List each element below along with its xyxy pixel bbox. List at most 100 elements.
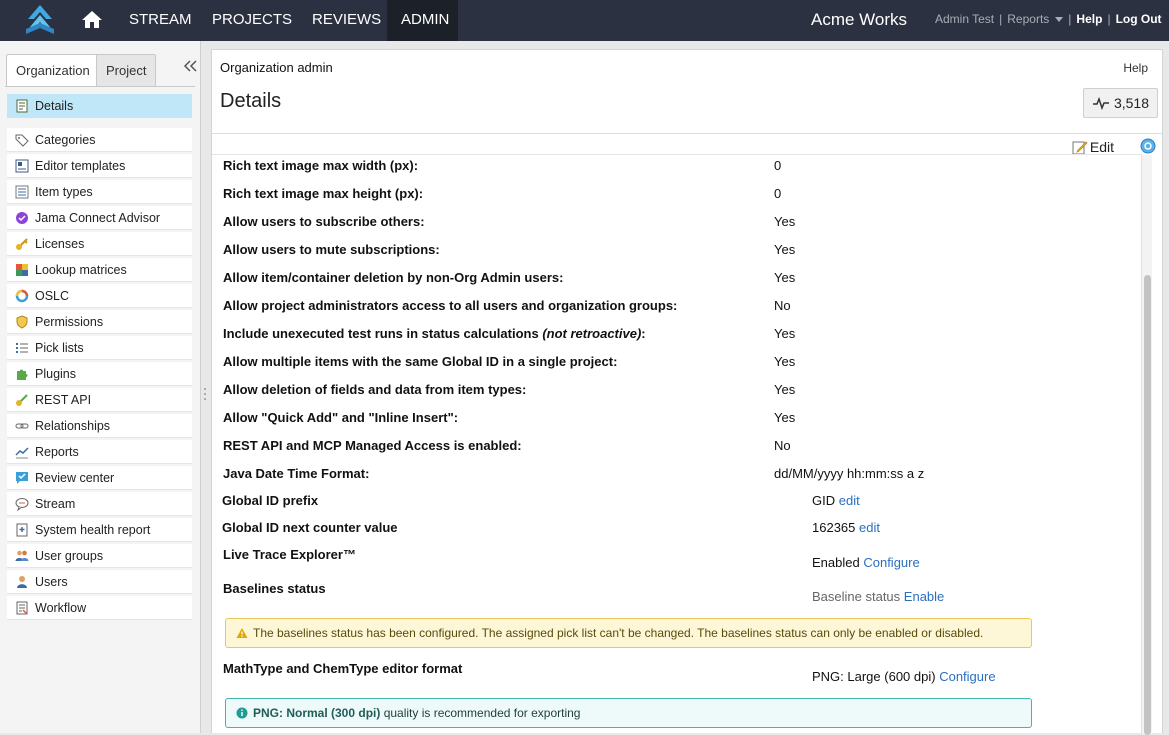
chart-icon	[15, 445, 29, 459]
sidebar-item-permissions[interactable]: Permissions	[7, 310, 192, 334]
help-link[interactable]: Help	[1076, 12, 1102, 26]
sidebar-item-plugins[interactable]: Plugins	[7, 362, 192, 386]
sidebar-item-relationships[interactable]: Relationships	[7, 414, 192, 438]
activity-count-button[interactable]: 3,518	[1083, 88, 1158, 118]
sidebar-item-label: Workflow	[35, 600, 87, 615]
sidebar-item-label: Users	[35, 574, 68, 589]
sidebar-item-item-types[interactable]: Item types	[7, 180, 192, 204]
setting-value: No	[774, 438, 791, 453]
mathtype-value: PNG: Large (600 dpi)	[812, 669, 936, 684]
matrix-icon	[15, 263, 29, 277]
organization-name: Acme Works	[811, 10, 908, 29]
edit-global-id-prefix-link[interactable]: edit	[839, 493, 860, 508]
sidebar-item-label: Item types	[35, 184, 93, 199]
sidebar-item-details[interactable]: Details	[7, 94, 192, 118]
mathtype-info-bold: PNG: Normal (300 dpi)	[253, 706, 381, 720]
sidebar-item-workflow[interactable]: Workflow	[7, 596, 192, 620]
tab-organization[interactable]: Organization	[6, 54, 100, 87]
setting-value: Yes	[774, 270, 796, 285]
page-help-link[interactable]: Help	[1123, 61, 1148, 75]
setting-label: Rich text image max width (px):	[223, 158, 419, 173]
logout-link[interactable]: Log Out	[1116, 12, 1162, 26]
details-icon	[15, 99, 29, 113]
sidebar-item-label: Reports	[35, 444, 79, 459]
sidebar-item-rest-api[interactable]: REST API	[7, 388, 192, 412]
sidebar-item-label: System health report	[35, 522, 151, 537]
reports-menu[interactable]: Reports	[1007, 12, 1064, 26]
setting-label: Allow "Quick Add" and "Inline Insert":	[223, 410, 459, 425]
setting-value: 0	[774, 158, 782, 173]
setting-label: Baselines status	[223, 581, 326, 596]
activity-count: 3,518	[1113, 95, 1150, 111]
sidebar-item-lookup-matrices[interactable]: Lookup matrices	[7, 258, 192, 282]
breadcrumb: Organization admin	[220, 60, 333, 75]
baselines-value: Baseline status	[812, 589, 901, 604]
nav-reviews[interactable]: REVIEWS	[298, 0, 395, 41]
sidebar-item-editor-templates[interactable]: Editor templates	[7, 154, 192, 178]
edit-global-id-counter-link[interactable]: edit	[859, 520, 880, 535]
admin-sidebar: Organization Project Details Categories …	[0, 41, 201, 733]
separator: |	[1107, 12, 1111, 26]
user-name-link[interactable]: Admin Test	[935, 12, 994, 26]
sidebar-item-review-center[interactable]: Review center	[7, 466, 192, 490]
main-panel: Organization admin Help Details 3,518 Ed…	[211, 49, 1163, 735]
review-icon	[15, 471, 29, 485]
mathtype-info-rest: quality is recommended for exporting	[380, 706, 581, 720]
advisor-icon	[15, 211, 29, 225]
separator: |	[999, 12, 1003, 26]
scrollbar-thumb[interactable]	[1144, 275, 1151, 735]
sidebar-item-pick-lists[interactable]: Pick lists	[7, 336, 192, 360]
enable-baselines-link[interactable]: Enable	[904, 589, 944, 604]
top-nav-bar: STREAM PROJECTS REVIEWS ADMIN Acme Works…	[0, 0, 1169, 41]
warning-icon	[236, 628, 248, 638]
nav-projects[interactable]: PROJECTS	[198, 0, 306, 41]
sidebar-item-label: Relationships	[35, 418, 111, 433]
setting-value: Enabled Configure	[812, 555, 920, 570]
health-icon	[15, 523, 29, 537]
edit-button[interactable]: Edit	[1072, 139, 1114, 155]
sidebar-item-label: User groups	[35, 548, 104, 563]
setting-value: Yes	[774, 326, 796, 341]
setting-value: PNG: Large (600 dpi) Configure	[812, 669, 996, 684]
setting-label-suffix: :	[641, 326, 646, 341]
sidebar-item-oslc[interactable]: OSLC	[7, 284, 192, 308]
users-icon	[15, 549, 29, 563]
setting-label: Global ID prefix	[222, 493, 319, 508]
tabs-divider	[5, 86, 195, 87]
sidebar-item-licenses[interactable]: Licenses	[7, 232, 192, 256]
tab-project[interactable]: Project	[96, 54, 157, 86]
nav-stream[interactable]: STREAM	[115, 0, 206, 41]
sidebar-item-label: Categories	[35, 132, 96, 147]
sidebar-item-stream[interactable]: Stream	[7, 492, 192, 516]
collapse-sidebar-icon[interactable]	[182, 59, 198, 73]
sidebar-item-categories[interactable]: Categories	[7, 128, 192, 152]
nav-admin[interactable]: ADMIN	[387, 0, 458, 41]
jama-logo-icon[interactable]	[22, 3, 58, 37]
sidebar-item-users[interactable]: Users	[7, 570, 192, 594]
link-icon	[15, 419, 29, 433]
edit-label: Edit	[1089, 139, 1114, 155]
sidebar-item-label: REST API	[35, 392, 92, 407]
info-icon[interactable]	[1140, 138, 1156, 154]
sidebar-item-system-health-report[interactable]: System health report	[7, 518, 192, 542]
global-id-prefix-value: GID	[812, 493, 836, 508]
page-title: Details	[220, 90, 282, 112]
sidebar-item-jama-connect-advisor[interactable]: Jama Connect Advisor	[7, 206, 192, 230]
baselines-warning: The baselines status has been configured…	[225, 618, 1032, 648]
configure-live-trace-link[interactable]: Configure	[863, 555, 919, 570]
sidebar-item-label: Review center	[35, 470, 115, 485]
list-icon	[15, 341, 29, 355]
setting-value: 162365 edit	[812, 520, 880, 535]
home-icon[interactable]	[80, 8, 104, 32]
vertical-scrollbar[interactable]	[1141, 155, 1152, 735]
sidebar-item-user-groups[interactable]: User groups	[7, 544, 192, 568]
edit-icon	[1072, 140, 1088, 154]
api-key-icon	[15, 393, 29, 407]
sidebar-item-label: Editor templates	[35, 158, 126, 173]
sidebar-item-reports[interactable]: Reports	[7, 440, 192, 464]
resize-handle[interactable]	[203, 386, 207, 402]
setting-label: Java Date Time Format:	[223, 466, 370, 481]
configure-mathtype-link[interactable]: Configure	[939, 669, 995, 684]
setting-value: Yes	[774, 242, 796, 257]
sidebar-item-label: Details	[35, 98, 74, 113]
